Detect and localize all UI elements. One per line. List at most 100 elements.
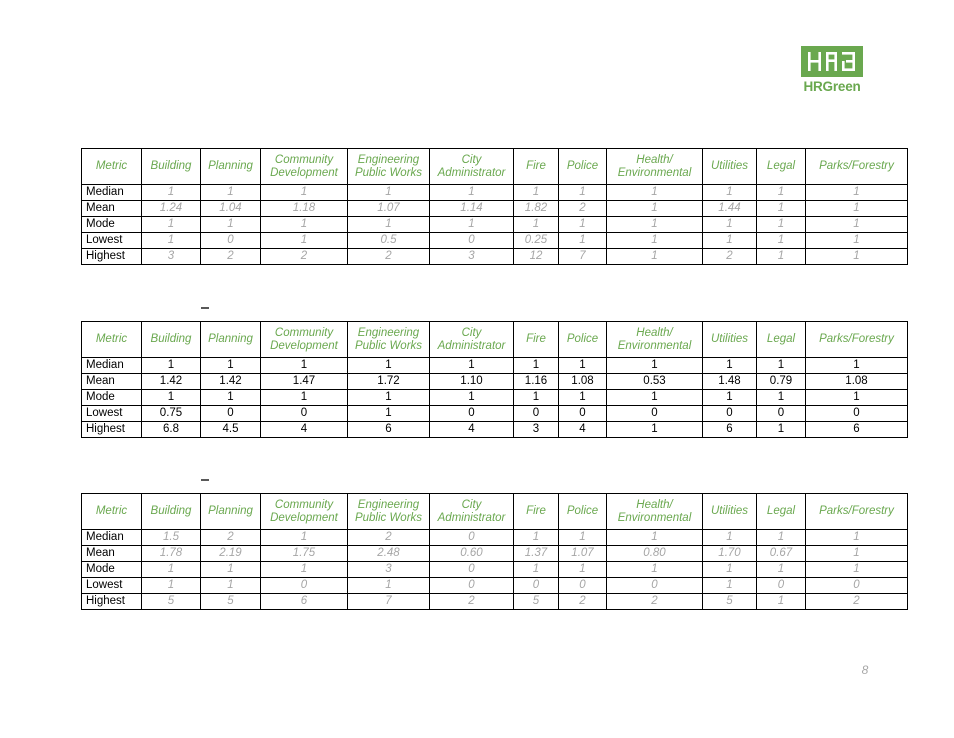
table-header-row: Metric Building Planning Community Develo… [81, 493, 908, 530]
row-label-mode: Mode [81, 389, 142, 406]
table-cell: 2 [429, 593, 514, 610]
table-cell: 2 [200, 248, 261, 265]
header-line-1: Utilities [710, 160, 749, 172]
table-cell: 0 [558, 577, 607, 594]
table-cell: 1.14 [429, 200, 514, 217]
table-cell: 1 [606, 561, 703, 578]
column-header-parks-forestry: Parks/Forestry [805, 148, 908, 185]
table-cell: 0 [429, 529, 514, 546]
table-cell: 0 [200, 405, 261, 422]
table-cell: 1 [702, 389, 757, 406]
table-cell: 1 [260, 184, 348, 201]
table-cell: 1 [141, 357, 201, 374]
table-cell: 0.67 [756, 545, 806, 562]
table-cell: 1 [756, 561, 806, 578]
table-cell: 1 [756, 232, 806, 249]
table-cell: 1 [756, 184, 806, 201]
table-cell: 1 [606, 248, 703, 265]
header-line-1: Police [566, 160, 599, 172]
table-cell: 0.60 [429, 545, 514, 562]
table-cell: 1 [260, 357, 348, 374]
table-cell: 1.42 [200, 373, 261, 390]
table-cell: 1 [702, 529, 757, 546]
table-cell: 1 [805, 529, 908, 546]
table-cell: 1 [558, 357, 607, 374]
table-cell: 0 [606, 405, 703, 422]
table-row: Mean 1.78 2.19 1.75 2.48 0.60 1.37 1.07 0.80 1.70… [81, 545, 908, 562]
header-line-2: Public Works [354, 166, 423, 179]
table-row: Highest 6.8 4.5 4 6 4 3 4 1 6 1 6 [81, 421, 908, 438]
header-line-1: City [461, 326, 482, 339]
table-cell: 1 [756, 357, 806, 374]
column-header-health-environmental: Health/Environmental [606, 493, 703, 530]
header-line-1: Planning [208, 160, 253, 172]
column-header-planning: Planning [200, 321, 261, 358]
table-cell: 2 [200, 529, 261, 546]
column-header-parks-forestry: Parks/Forestry [805, 321, 908, 358]
table-cell: 1 [702, 577, 757, 594]
table-cell: 12 [513, 248, 559, 265]
table-cell: 1 [347, 216, 430, 233]
table-cell: 0 [606, 577, 703, 594]
table-cell: 1 [756, 248, 806, 265]
header-line-1: Utilities [710, 505, 749, 517]
table-cell: 3 [347, 561, 430, 578]
column-header-metric: Metric [81, 493, 142, 530]
table-cell: 1 [805, 545, 908, 562]
table-cell: 1.72 [347, 373, 430, 390]
header-line-1: Engineering [357, 498, 420, 511]
table-row: Mode 1 1 1 1 1 1 1 1 1 1 1 [81, 389, 908, 406]
table-cell: 1 [805, 216, 908, 233]
table-cell: 1 [513, 529, 559, 546]
column-header-parks-forestry: Parks/Forestry [805, 493, 908, 530]
header-line-1: Building [150, 160, 192, 172]
page-number: 8 [861, 663, 869, 677]
column-header-health-environmental: Health/Environmental [606, 321, 703, 358]
column-header-building: Building [141, 148, 201, 185]
column-header-police: Police [558, 321, 607, 358]
header-line-1: Engineering [357, 153, 420, 166]
table-cell: 0 [260, 577, 348, 594]
table-cell: 1 [429, 389, 514, 406]
table-cell: 1 [805, 357, 908, 374]
table-body: Median 1.5 2 1 2 0 1 1 1 1 1 1 Mean 1.78 2.19 1.75 2.48 0… [81, 529, 908, 610]
header-line-1: Parks/Forestry [819, 505, 894, 517]
table-cell: 1 [347, 184, 430, 201]
table-cell: 2 [606, 593, 703, 610]
column-header-engineering-public-works: Engineering Public Works [347, 321, 430, 358]
table-cell: 1 [805, 232, 908, 249]
table-cell: 0.5 [347, 232, 430, 249]
table-cell: 0.80 [606, 545, 703, 562]
table-cell: 0 [429, 577, 514, 594]
table-cell: 5 [702, 593, 757, 610]
table-cell: 1.07 [347, 200, 430, 217]
table-cell: 5 [200, 593, 261, 610]
header-line-1: Health/ [636, 153, 673, 166]
row-label-mean: Mean [81, 200, 142, 217]
table-cell: 6 [260, 593, 348, 610]
table-cell: 1.04 [200, 200, 261, 217]
row-label-lowest: Lowest [81, 232, 142, 249]
table-cell: 1.82 [513, 200, 559, 217]
table-cell: 0.79 [756, 373, 806, 390]
table-cell: 1 [606, 216, 703, 233]
column-header-legal: Legal [756, 493, 806, 530]
table-cell: 4 [558, 421, 607, 438]
table-cell: 1 [606, 200, 703, 217]
table-cell: 2.19 [200, 545, 261, 562]
table-row: Median 1 1 1 1 1 1 1 1 1 1 1 [81, 184, 908, 201]
table-cell: 1 [702, 232, 757, 249]
column-header-utilities: Utilities [702, 493, 757, 530]
row-label-lowest: Lowest [81, 577, 142, 594]
table-cell: 1.44 [702, 200, 757, 217]
header-line-2: Environmental [617, 166, 692, 179]
table-cell: 1 [141, 232, 201, 249]
table-cell: 0.25 [513, 232, 559, 249]
table-cell: 1 [606, 232, 703, 249]
table-row: Mode 1 1 1 3 0 1 1 1 1 1 1 [81, 561, 908, 578]
header-line-1: Legal [766, 505, 796, 517]
table-cell: 1.10 [429, 373, 514, 390]
table-cell: 0 [558, 405, 607, 422]
column-header-building: Building [141, 493, 201, 530]
table-cell: 1 [513, 389, 559, 406]
